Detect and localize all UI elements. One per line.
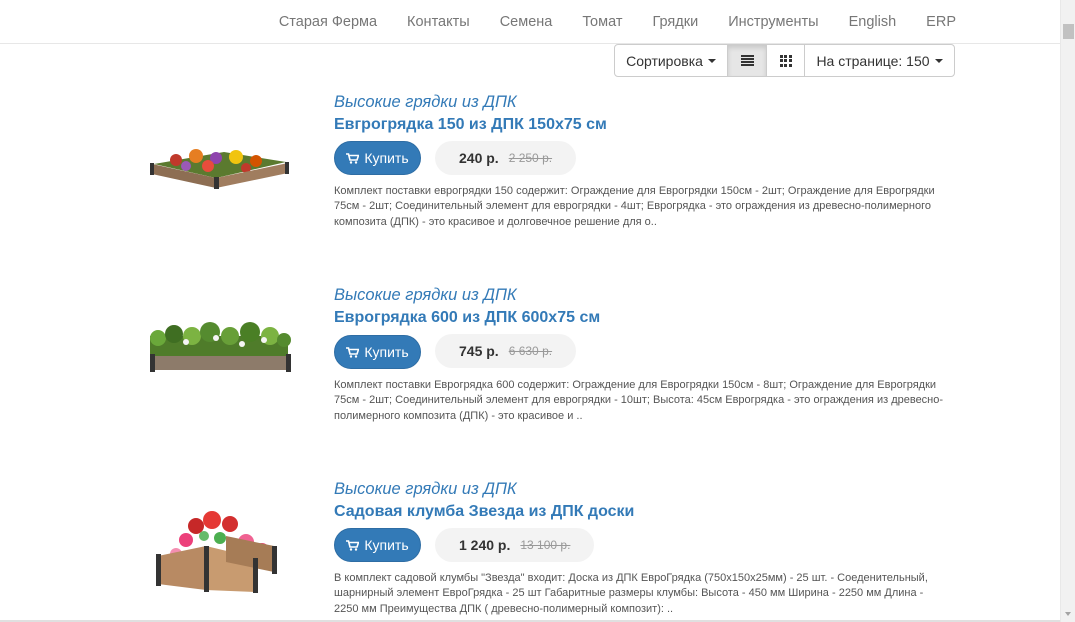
list-view-icon xyxy=(740,55,754,66)
caret-down-icon xyxy=(707,58,716,63)
product-title[interactable]: Еврогрядка 600 из ДПК 600х75 см xyxy=(334,309,600,327)
nav-menu: Старая Ферма Контакты Семена Томат Грядк… xyxy=(264,0,956,44)
old-price: 6 630 р. xyxy=(508,344,553,358)
nav-item-seeds[interactable]: Семена xyxy=(485,2,568,42)
old-price: 2 250 р. xyxy=(508,151,553,165)
nav-item-tools[interactable]: Инструменты xyxy=(713,2,833,42)
sort-dropdown-button[interactable]: Сортировка xyxy=(614,44,728,77)
nav-item-erp[interactable]: ERP xyxy=(911,2,956,42)
product-description: В комплект садовой клумбы "Звезда" входи… xyxy=(334,572,928,615)
sort-label: Сортировка xyxy=(626,52,703,69)
product-image-star-flowerbed[interactable] xyxy=(146,506,292,598)
list-view-button[interactable] xyxy=(727,44,767,77)
nav-item-staraya-ferma[interactable]: Старая Ферма xyxy=(264,2,392,42)
buy-button[interactable]: Купить xyxy=(334,335,421,369)
per-page-label: На странице: 150 xyxy=(816,52,930,69)
shopping-cart-icon xyxy=(346,346,360,358)
price-badge: 240 р. 2 250 р. xyxy=(435,141,577,175)
nav-item-beds[interactable]: Грядки xyxy=(637,2,713,42)
caret-down-icon xyxy=(934,58,943,63)
product-category[interactable]: Высокие грядки из ДПК xyxy=(334,286,517,305)
top-navbar: Старая Ферма Контакты Семена Томат Грядк… xyxy=(0,0,1060,44)
nav-item-tomato[interactable]: Томат xyxy=(567,2,637,42)
buy-button[interactable]: Купить xyxy=(334,528,421,562)
product-description: Комплект поставки Еврогрядка 600 содержи… xyxy=(334,379,944,422)
product-image-raised-bed-600[interactable] xyxy=(146,314,292,394)
buy-button-label: Купить xyxy=(364,344,409,360)
grid-view-button[interactable] xyxy=(766,44,805,77)
buy-button-label: Купить xyxy=(364,537,409,553)
nav-item-english[interactable]: English xyxy=(834,2,912,42)
product-category[interactable]: Высокие грядки из ДПК xyxy=(334,480,517,499)
old-price: 13 100 р. xyxy=(520,538,571,552)
scroll-down-arrow-icon[interactable] xyxy=(1065,612,1071,616)
product-title[interactable]: Садовая клумба Звезда из ДПК доски xyxy=(334,503,634,521)
product-category[interactable]: Высокие грядки из ДПК xyxy=(334,93,517,112)
product-description: Комплект поставки еврогрядки 150 содержи… xyxy=(334,185,935,228)
product-title[interactable]: Евгрогрядка 150 из ДПК 150х75 см xyxy=(334,116,607,134)
buy-button[interactable]: Купить xyxy=(334,141,421,175)
current-price: 1 240 р. xyxy=(459,537,511,553)
nav-item-contacts[interactable]: Контакты xyxy=(392,2,485,42)
shopping-cart-icon xyxy=(346,152,360,164)
grid-view-icon xyxy=(779,54,792,67)
price-badge: 745 р. 6 630 р. xyxy=(435,334,577,368)
per-page-dropdown-button[interactable]: На странице: 150 xyxy=(804,44,955,77)
listing-toolbar: Сортировка На странице: 150 xyxy=(614,44,955,77)
shopping-cart-icon xyxy=(346,539,360,551)
scrollbar-thumb[interactable] xyxy=(1063,24,1074,39)
product-image-raised-bed-150[interactable] xyxy=(146,122,292,202)
price-badge: 1 240 р. 13 100 р. xyxy=(435,528,595,562)
current-price: 240 р. xyxy=(459,150,499,166)
buy-button-label: Купить xyxy=(364,150,409,166)
current-price: 745 р. xyxy=(459,343,499,359)
vertical-scrollbar[interactable] xyxy=(1060,0,1075,622)
